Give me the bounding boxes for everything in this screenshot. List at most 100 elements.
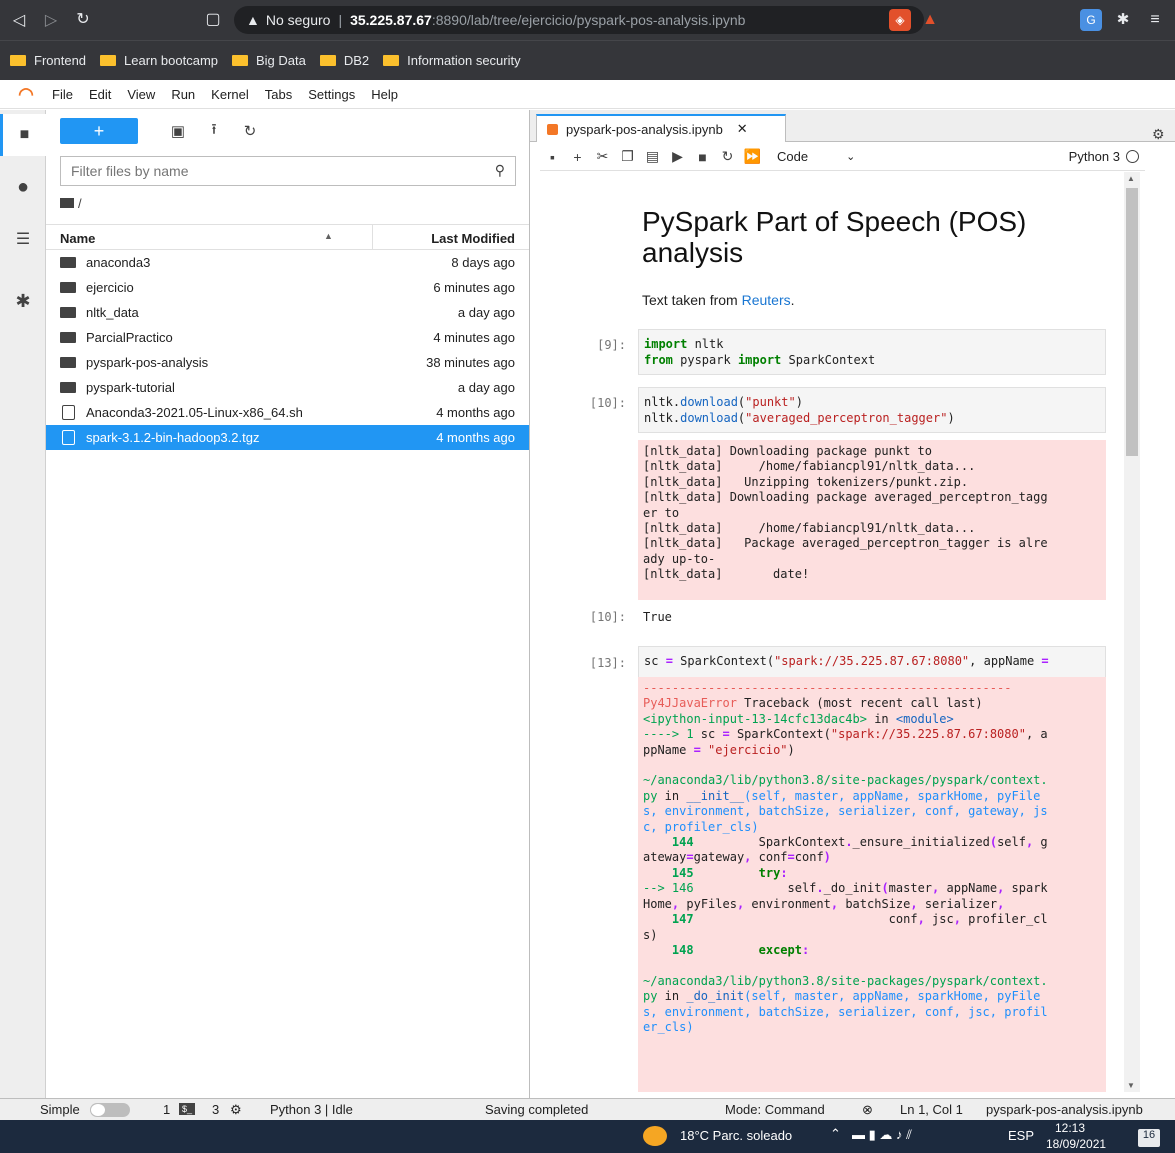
tab-notebook[interactable]: pyspark-pos-analysis.ipynb ✕ [536, 114, 786, 142]
column-name-header[interactable]: Name [60, 231, 95, 246]
save-icon[interactable]: ▪ [540, 149, 565, 165]
folder-icon [232, 55, 248, 66]
upload-icon[interactable]: ⭱ [196, 119, 232, 144]
restart-icon[interactable]: ↻ [715, 148, 740, 165]
column-modified-header[interactable]: Last Modified [431, 231, 515, 246]
address-bar[interactable]: ▲ No seguro | 35.225.87.67 :8890/lab/tre… [234, 6, 924, 34]
file-icon [62, 430, 75, 445]
new-folder-icon[interactable]: ▣ [160, 122, 196, 140]
file-row[interactable]: nltk_data a day ago [46, 300, 529, 325]
brave-shield-icon[interactable]: ◈ [889, 9, 911, 31]
brave-rewards-icon[interactable]: ▲ [919, 9, 941, 31]
menu-tabs[interactable]: Tabs [265, 87, 292, 102]
scrollbar-thumb[interactable] [1126, 188, 1138, 456]
bookmark-db2[interactable]: DB2 [319, 53, 369, 68]
status-bar: Simple 1 $_ 3 ⚙ Python 3 | Idle Saving c… [0, 1098, 1175, 1120]
url-host: 35.225.87.67 [350, 12, 432, 28]
show-hidden-icons-chevron-icon[interactable]: ⌃ [830, 1126, 841, 1142]
scroll-down-arrow-icon[interactable]: ▼ [1127, 1081, 1135, 1090]
code-cell-editor[interactable]: nltk.download("punkt") nltk.download("av… [638, 387, 1106, 433]
menu-kernel[interactable]: Kernel [211, 87, 249, 102]
insert-cell-plus-icon[interactable]: + [565, 149, 590, 165]
file-row[interactable]: ParcialPractico 4 minutes ago [46, 325, 529, 350]
extension-manager-puzzle-icon[interactable]: ✱ [0, 280, 46, 322]
menu-file[interactable]: File [52, 87, 73, 102]
browser-titlebar: ◁ ▷ ↻ ▢ ▲ No seguro | 35.225.87.67 :8890… [0, 0, 1175, 40]
warning-icon: ▲ [246, 12, 260, 28]
bookmark-learn-bootcamp[interactable]: Learn bootcamp [100, 53, 218, 68]
kernel-status[interactable]: Python 3 | Idle [270, 1102, 353, 1117]
property-inspector-gears-icon[interactable]: ⚙ [1152, 126, 1165, 143]
cut-scissors-icon[interactable]: ✂ [590, 148, 615, 165]
menu-edit[interactable]: Edit [89, 87, 111, 102]
cursor-position[interactable]: Ln 1, Col 1 [900, 1102, 963, 1117]
back-icon[interactable]: ◁ [4, 10, 34, 30]
terminal-count[interactable]: 1 [163, 1102, 170, 1117]
column-divider[interactable] [372, 225, 373, 250]
markdown-heading: PySpark Part of Speech (POS) analysis [642, 206, 1124, 268]
input-language[interactable]: ESP [1008, 1128, 1034, 1143]
copy-icon[interactable]: ❐ [615, 148, 640, 165]
run-icon[interactable]: ▶ [665, 148, 690, 165]
file-browser-folder-icon[interactable]: ■ [0, 114, 46, 156]
bookmark-label: Learn bootcamp [124, 53, 218, 68]
toggle-knob [91, 1104, 105, 1116]
scroll-up-arrow-icon[interactable]: ▲ [1127, 174, 1135, 183]
refresh-icon[interactable]: ↻ [232, 122, 268, 140]
clock-time[interactable]: 12:13 [1055, 1121, 1085, 1135]
notification-bell-icon[interactable]: ⊗ [862, 1102, 873, 1118]
heading-text: PySpark Part of Speech (POS) analysis [642, 206, 1027, 268]
bookmark-frontend[interactable]: Frontend [10, 53, 86, 68]
simple-mode-toggle[interactable] [90, 1103, 130, 1117]
file-row[interactable]: anaconda3 8 days ago [46, 250, 529, 275]
table-of-contents-icon[interactable]: ☰ [0, 218, 46, 260]
cpu-chip-icon: ⚙ [230, 1102, 242, 1117]
kernel-count[interactable]: 3 [212, 1102, 219, 1117]
notifications-badge[interactable]: 16 [1138, 1129, 1160, 1147]
stop-icon[interactable]: ■ [690, 149, 715, 165]
reuters-link[interactable]: Reuters [742, 292, 791, 308]
cell-output-prompt: [10]: [589, 610, 626, 624]
new-launcher-button[interactable]: + [60, 118, 138, 144]
menu-view[interactable]: View [127, 87, 155, 102]
browser-menu-icon[interactable]: ≡ [1144, 9, 1166, 31]
paste-clipboard-icon[interactable]: ▤ [640, 148, 665, 165]
file-row-selected[interactable]: spark-3.1.2-bin-hadoop3.2.tgz 4 months ag… [46, 425, 529, 450]
menu-settings[interactable]: Settings [308, 87, 355, 102]
bookmark-big-data[interactable]: Big Data [232, 53, 306, 68]
file-modified: a day ago [457, 305, 515, 320]
tray-icons[interactable]: ▬ ▮ ☁ ♪ ⫽ [852, 1127, 912, 1143]
kernel-indicator[interactable]: Python 3 [1069, 149, 1139, 164]
forward-icon[interactable]: ▷ [36, 10, 66, 30]
cell-type-value: Code [777, 149, 809, 164]
reload-icon[interactable]: ↻ [68, 9, 98, 29]
file-name: ParcialPractico [86, 330, 173, 345]
code-cell-editor[interactable]: import nltk from pyspark import SparkCon… [638, 329, 1106, 375]
bookmark-label: Frontend [34, 53, 87, 68]
bookmark-label: Big Data [256, 53, 306, 68]
notebook-scrollbar[interactable]: ▲ ▼ [1124, 172, 1140, 1092]
file-row[interactable]: Anaconda3-2021.05-Linux-x86_64.sh 4 month… [46, 400, 529, 425]
breadcrumb[interactable]: / [60, 196, 82, 211]
cell-input-prompt: [10]: [589, 396, 626, 410]
translate-extension-icon[interactable]: G [1080, 9, 1102, 31]
clock-date[interactable]: 18/09/2021 [1046, 1137, 1106, 1151]
left-activity-bar: ■ ● ☰ ✱ [0, 110, 46, 1098]
extensions-puzzle-icon[interactable]: ✱ [1112, 9, 1134, 31]
bookmark-icon[interactable]: ▢ [198, 9, 228, 29]
active-file-name: pyspark-pos-analysis.ipynb [986, 1102, 1143, 1117]
bookmark-information-security[interactable]: Information security [383, 53, 521, 68]
menu-run[interactable]: Run [171, 87, 195, 102]
menu-help[interactable]: Help [371, 87, 398, 102]
weather-text[interactable]: 18°C Parc. soleado [680, 1128, 792, 1143]
running-sessions-icon[interactable]: ● [0, 166, 46, 208]
filter-files-input[interactable]: Filter files by name ⚲ [60, 156, 516, 186]
file-row[interactable]: ejercicio 6 minutes ago [46, 275, 529, 300]
fast-forward-icon[interactable]: ⏩ [740, 148, 765, 165]
code-cell-editor[interactable]: sc = SparkContext("spark://35.225.87.67:… [638, 646, 1106, 678]
file-name: pyspark-pos-analysis [86, 355, 209, 370]
file-row[interactable]: pyspark-pos-analysis 38 minutes ago [46, 350, 529, 375]
file-row[interactable]: pyspark-tutorial a day ago [46, 375, 529, 400]
close-icon[interactable]: ✕ [737, 121, 748, 137]
cell-type-select[interactable]: Code ⌄ [777, 149, 855, 164]
